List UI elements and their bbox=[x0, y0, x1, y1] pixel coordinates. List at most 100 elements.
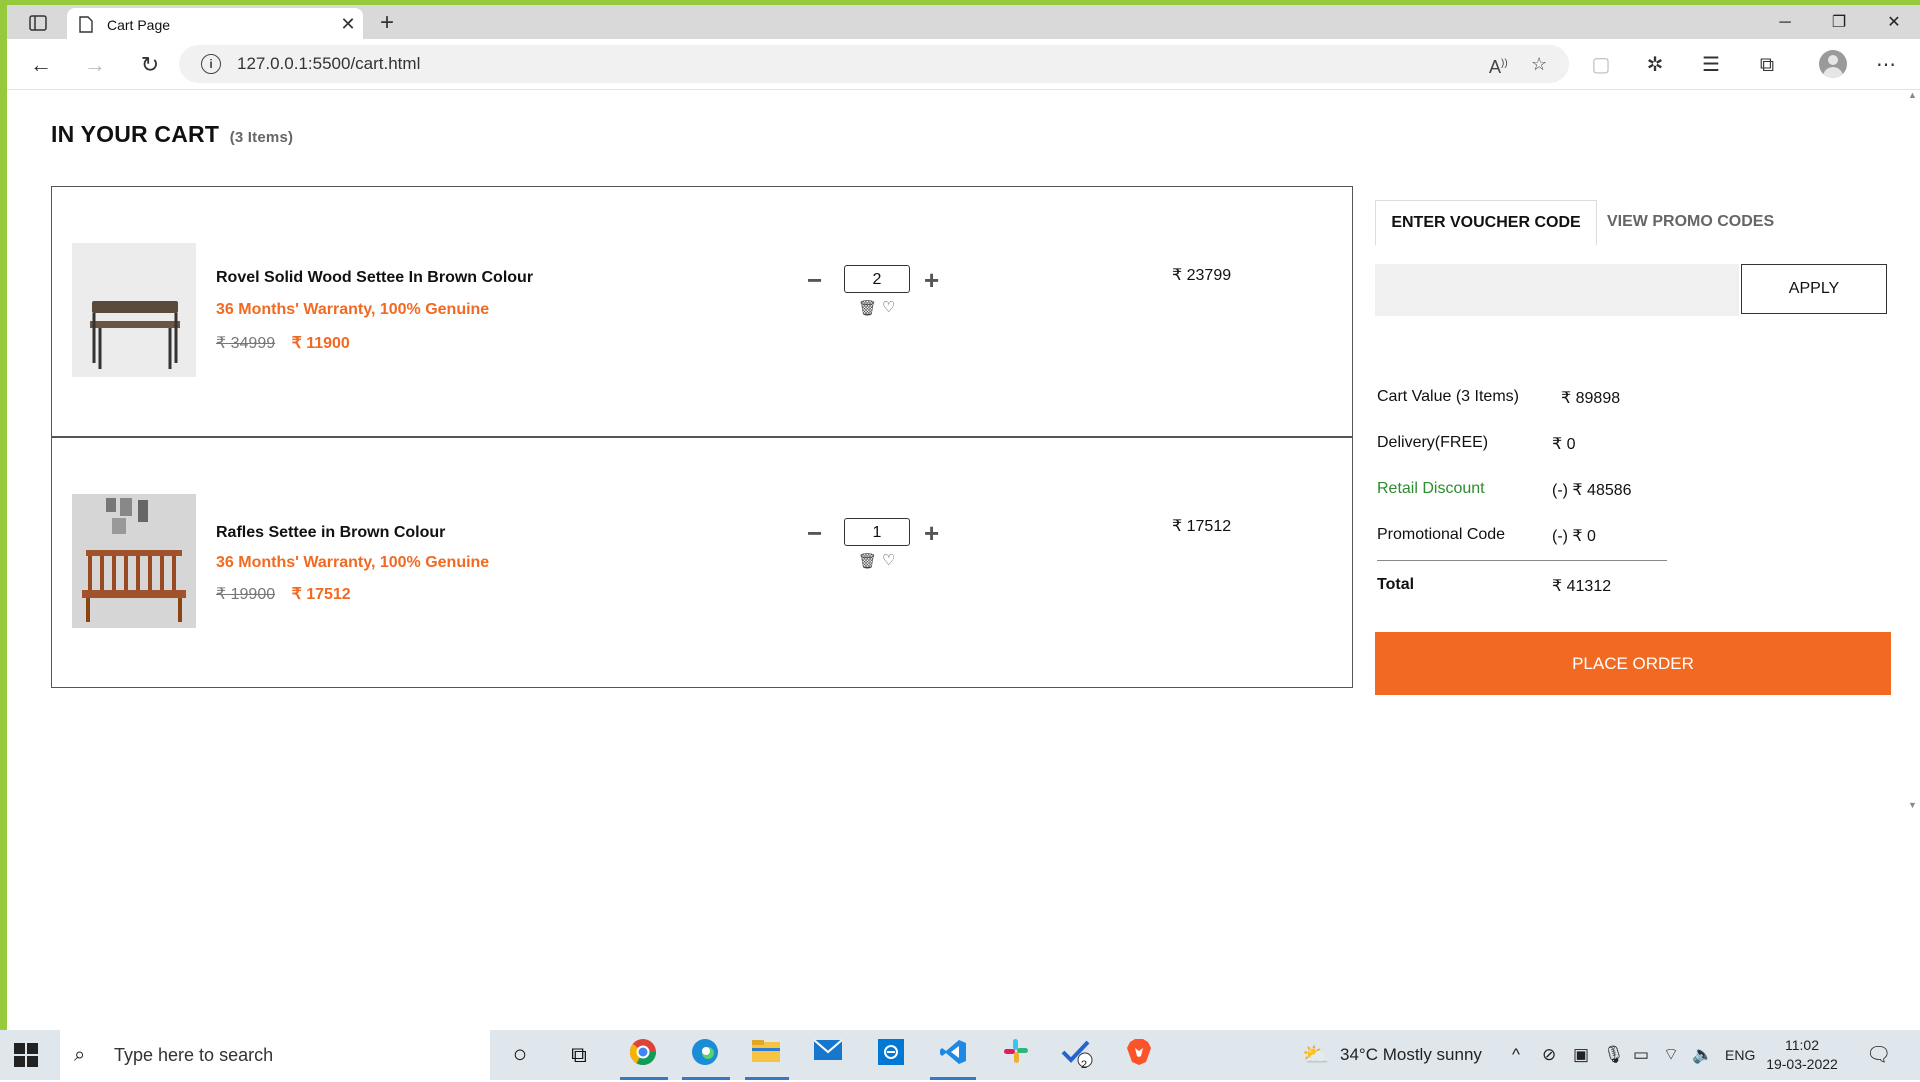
tab-actions-icon[interactable] bbox=[21, 11, 55, 35]
read-aloud-icon[interactable]: A)) bbox=[1489, 45, 1508, 83]
tab-enter-voucher[interactable]: ENTER VOUCHER CODE bbox=[1375, 200, 1597, 245]
browser-tab[interactable]: Cart Page ✕ bbox=[67, 8, 363, 41]
system-clock[interactable]: 11:02 19-03-2022 bbox=[1766, 1036, 1838, 1074]
browser-toolbar: ← → ↻ i 127.0.0.1:5500/cart.html A)) ☆ ▢… bbox=[7, 39, 1920, 90]
cart-item: Rovel Solid Wood Settee In Brown Colour … bbox=[52, 187, 1352, 436]
todo-icon[interactable]: 2 bbox=[1058, 1038, 1096, 1072]
microphone-icon[interactable]: 🎙 bbox=[1603, 1030, 1625, 1080]
quantity-decrease-button[interactable]: − bbox=[807, 520, 822, 546]
wishlist-heart-icon[interactable]: ♡ bbox=[882, 298, 895, 316]
address-bar[interactable]: i 127.0.0.1:5500/cart.html A)) ☆ bbox=[179, 45, 1569, 83]
volume-icon[interactable]: 🔈 bbox=[1692, 1030, 1713, 1080]
minimize-button[interactable]: ─ bbox=[1760, 9, 1810, 37]
product-image[interactable] bbox=[72, 494, 196, 628]
url-text[interactable]: 127.0.0.1:5500/cart.html bbox=[237, 54, 420, 74]
page-content: IN YOUR CART (3 Items) Rovel Solid Wood … bbox=[7, 90, 1903, 1030]
total-value: ₹ 41312 bbox=[1552, 578, 1612, 595]
refresh-button[interactable]: ↻ bbox=[134, 49, 166, 81]
site-info-icon[interactable]: i bbox=[201, 54, 221, 74]
promo-code-value: (-) ₹ 0 bbox=[1552, 528, 1596, 545]
item-warranty: 36 Months' Warranty, 100% Genuine bbox=[216, 554, 490, 571]
item-line-total: ₹ 17512 bbox=[1172, 518, 1232, 535]
cart-value: ₹ 89898 bbox=[1561, 390, 1621, 407]
clock-date: 19-03-2022 bbox=[1766, 1056, 1838, 1072]
tray-overflow-icon[interactable]: ^ bbox=[1512, 1030, 1520, 1080]
quantity-increase-button[interactable]: + bbox=[924, 267, 939, 293]
window-frame-left bbox=[0, 0, 7, 1030]
weather-icon[interactable]: ⛅ bbox=[1302, 1030, 1329, 1080]
delete-icon[interactable]: 🗑 bbox=[858, 552, 877, 570]
back-button[interactable]: ← bbox=[25, 49, 57, 81]
language-indicator[interactable]: ENG bbox=[1725, 1030, 1755, 1080]
item-name[interactable]: Rovel Solid Wood Settee In Brown Colour bbox=[216, 269, 533, 287]
store-icon[interactable] bbox=[872, 1038, 910, 1072]
meet-now-icon[interactable]: ▣ bbox=[1573, 1030, 1589, 1080]
search-placeholder: Type here to search bbox=[114, 1044, 274, 1065]
page-scrollbar[interactable]: ▲ ▼ bbox=[1903, 90, 1920, 810]
cart-heading: IN YOUR CART (3 Items) bbox=[51, 121, 293, 148]
favorites-icon[interactable]: ☰ bbox=[1697, 51, 1725, 79]
quantity-decrease-button[interactable]: − bbox=[807, 267, 822, 293]
mail-icon[interactable] bbox=[809, 1038, 847, 1072]
slack-icon[interactable] bbox=[997, 1038, 1035, 1072]
delete-icon[interactable]: 🗑 bbox=[858, 299, 877, 317]
delivery-value: ₹ 0 bbox=[1552, 436, 1576, 453]
favorite-add-icon[interactable]: ☆ bbox=[1531, 45, 1547, 83]
notifications-icon[interactable]: 🗨 bbox=[1866, 1030, 1891, 1080]
item-line-total: ₹ 23799 bbox=[1172, 267, 1232, 284]
collections-icon[interactable]: ⧉ bbox=[1753, 51, 1781, 79]
quantity-input[interactable]: 1 bbox=[844, 518, 910, 546]
item-mrp: ₹ 19900 bbox=[216, 586, 276, 603]
file-explorer-icon[interactable] bbox=[747, 1038, 785, 1072]
apply-button[interactable]: APPLY bbox=[1741, 264, 1887, 314]
item-sale-price: ₹ 17512 bbox=[291, 586, 351, 603]
summary-divider bbox=[1377, 560, 1667, 561]
extensions-icon[interactable]: ✲ bbox=[1641, 51, 1669, 79]
item-prices: ₹ 19900 ₹ 17512 bbox=[216, 584, 351, 604]
search-icon: ⌕ bbox=[74, 1044, 86, 1066]
voucher-code-input[interactable] bbox=[1375, 264, 1739, 316]
settings-menu-icon[interactable]: ⋯ bbox=[1872, 51, 1900, 79]
cart-items-list: Rovel Solid Wood Settee In Brown Colour … bbox=[51, 186, 1353, 688]
page-title: IN YOUR CART bbox=[51, 121, 220, 147]
start-button-icon[interactable] bbox=[14, 1043, 38, 1067]
tab-view-promo-codes[interactable]: VIEW PROMO CODES bbox=[1607, 200, 1774, 244]
brave-icon[interactable] bbox=[1120, 1038, 1158, 1072]
tab-close-icon[interactable]: ✕ bbox=[333, 14, 363, 35]
task-view-icon[interactable]: ⧉ bbox=[560, 1038, 598, 1072]
vscode-icon[interactable] bbox=[934, 1038, 972, 1072]
cart-value-label: Cart Value (3 Items) bbox=[1377, 388, 1519, 405]
quantity-input[interactable]: 2 bbox=[844, 265, 910, 293]
new-tab-button[interactable]: + bbox=[372, 9, 402, 37]
item-count: (3 Items) bbox=[229, 129, 294, 146]
place-order-button[interactable]: PLACE ORDER bbox=[1375, 632, 1891, 695]
promo-code-label: Promotional Code bbox=[1377, 526, 1506, 543]
maximize-button[interactable]: ❐ bbox=[1814, 9, 1864, 37]
windows-taskbar: ⌕ Type here to search ○ ⧉ 2 ⛅ 34°C Mostl… bbox=[0, 1030, 1920, 1080]
quantity-increase-button[interactable]: + bbox=[924, 520, 939, 546]
close-window-button[interactable]: ✕ bbox=[1869, 9, 1919, 37]
weather-text[interactable]: 34°C Mostly sunny bbox=[1340, 1030, 1482, 1080]
delivery-label: Delivery(FREE) bbox=[1377, 434, 1489, 451]
chrome-icon[interactable] bbox=[624, 1038, 662, 1072]
cortana-icon[interactable]: ○ bbox=[501, 1038, 539, 1072]
total-label: Total bbox=[1377, 576, 1415, 593]
todo-badge: 2 bbox=[1081, 1059, 1088, 1071]
extension-placeholder-icon[interactable]: ▢ bbox=[1587, 51, 1615, 79]
wishlist-heart-icon[interactable]: ♡ bbox=[882, 551, 895, 569]
edge-icon[interactable] bbox=[686, 1038, 724, 1072]
retail-discount-label: Retail Discount bbox=[1377, 480, 1485, 497]
retail-discount-value: (-) ₹ 48586 bbox=[1552, 482, 1632, 499]
wifi-icon[interactable]: ⌔ bbox=[1663, 1030, 1679, 1080]
item-name[interactable]: Rafles Settee in Brown Colour bbox=[216, 524, 445, 542]
profile-avatar[interactable] bbox=[1819, 50, 1847, 78]
tab-strip: Cart Page ✕ + ─ ❐ ✕ bbox=[7, 5, 1920, 41]
forward-button[interactable]: → bbox=[79, 49, 111, 81]
product-image[interactable] bbox=[72, 243, 196, 377]
taskbar-search[interactable]: ⌕ Type here to search bbox=[60, 1030, 490, 1080]
page-icon bbox=[79, 16, 93, 33]
tab-title: Cart Page bbox=[107, 16, 171, 33]
tray-app-icon[interactable]: ⊘ bbox=[1542, 1030, 1556, 1080]
item-prices: ₹ 34999 ₹ 11900 bbox=[216, 333, 350, 353]
battery-icon[interactable]: ▭ bbox=[1633, 1030, 1649, 1080]
